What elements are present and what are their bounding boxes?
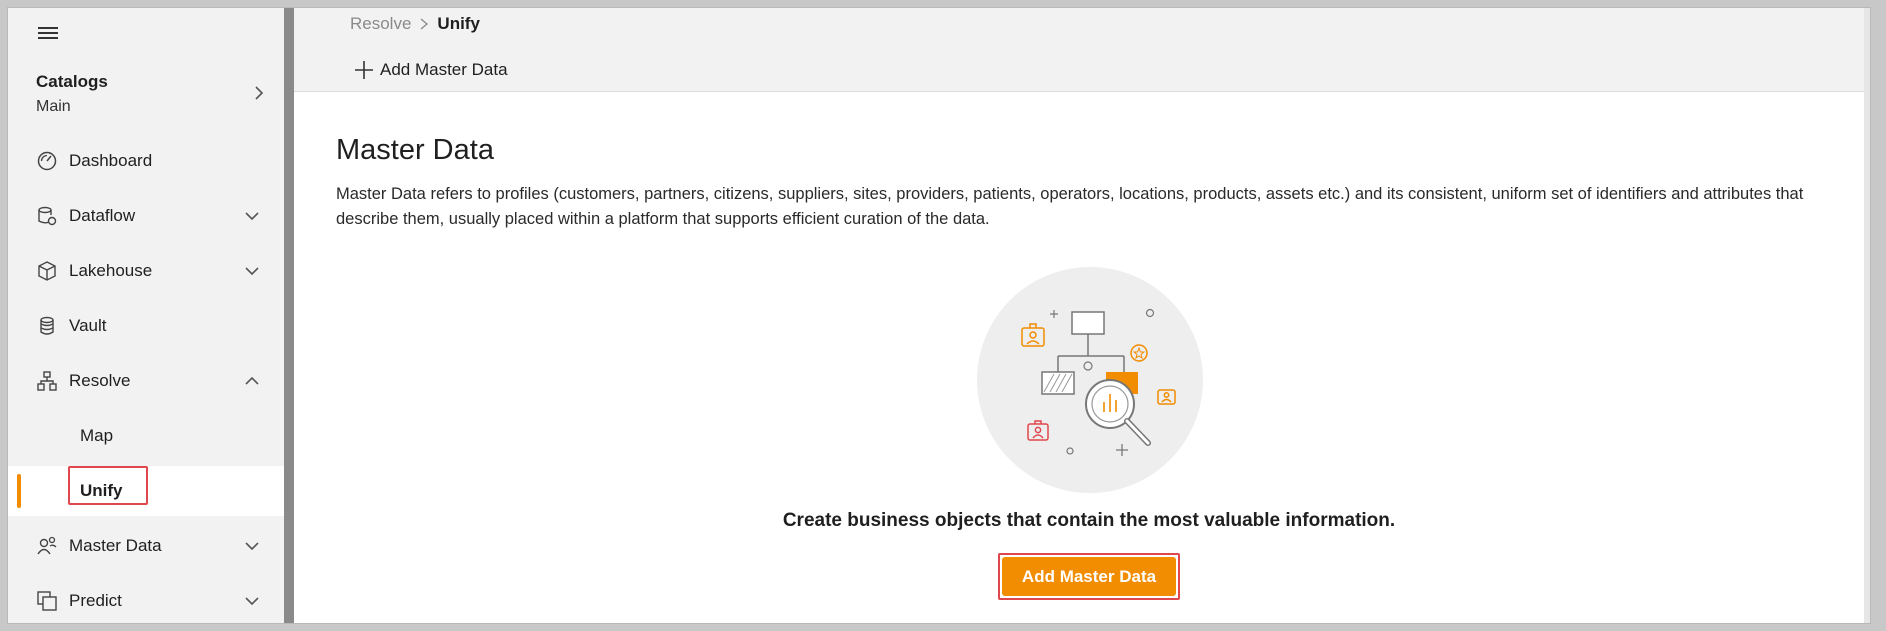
chevron-right-icon: [421, 18, 429, 30]
predict-icon: [37, 591, 57, 611]
catalog-subtitle: Main: [36, 98, 71, 115]
vault-icon: [40, 316, 54, 335]
page-description: Master Data refers to profiles (customer…: [336, 185, 1804, 228]
lakehouse-icon: [38, 261, 56, 281]
chevron-down-icon: [245, 597, 259, 606]
chevron-down-icon: [245, 212, 259, 221]
sidebar-item-label: Dashboard: [69, 151, 153, 170]
scrollbar[interactable]: [1864, 8, 1870, 623]
highlight-box: [998, 553, 1180, 600]
sidebar-item-label: Predict: [69, 591, 122, 610]
sidebar-item-label: Dataflow: [69, 206, 136, 225]
sidebar-item-label: Vault: [69, 316, 107, 335]
dashboard-icon: [37, 151, 57, 171]
sidebar-divider[interactable]: [284, 8, 294, 623]
chevron-down-icon: [245, 542, 259, 551]
master-data-icon: [37, 536, 57, 555]
page-title: Master Data: [336, 134, 494, 166]
add-master-data-link[interactable]: Add Master Data: [354, 60, 508, 80]
sidebar-item-dashboard[interactable]: Dashboard: [8, 136, 284, 186]
sidebar-item-label: Master Data: [69, 536, 162, 555]
dataflow-icon: [38, 206, 57, 226]
plus-icon: [355, 61, 373, 79]
sidebar-item-predict[interactable]: Predict: [8, 576, 284, 623]
sidebar-item-label: Map: [80, 426, 114, 445]
hamburger-menu-icon[interactable]: [38, 22, 62, 46]
add-master-data-label: Add Master Data: [380, 60, 508, 79]
catalog-title: Catalogs: [36, 72, 108, 91]
active-indicator: [17, 474, 21, 508]
top-toolbar: Resolve Unify Add Master Data: [294, 8, 1870, 92]
master-data-illustration: [977, 267, 1203, 493]
breadcrumb-resolve[interactable]: Resolve: [350, 14, 411, 34]
sidebar-item-master-data[interactable]: Master Data: [8, 521, 284, 571]
sidebar: Catalogs Main Dashboard Dataflow Lakehou…: [8, 8, 284, 623]
breadcrumb: Resolve Unify: [350, 14, 480, 34]
sidebar-item-resolve[interactable]: Resolve: [8, 356, 284, 406]
highlight-box: [68, 466, 148, 505]
main-content: Resolve Unify Add Master Data Master Dat…: [294, 8, 1870, 623]
cta-message: Create business objects that contain the…: [782, 510, 1396, 531]
breadcrumb-unify: Unify: [437, 14, 480, 33]
sidebar-item-map[interactable]: Map: [8, 411, 284, 461]
sidebar-item-label: Resolve: [69, 371, 131, 390]
catalog-selector[interactable]: Catalogs Main: [36, 72, 272, 126]
chevron-down-icon: [245, 267, 259, 276]
resolve-icon: [37, 371, 57, 391]
sidebar-item-dataflow[interactable]: Dataflow: [8, 191, 284, 241]
sidebar-item-label: Lakehouse: [69, 261, 153, 280]
chevron-up-icon: [245, 376, 259, 385]
sidebar-item-vault[interactable]: Vault: [8, 301, 284, 351]
app-window: Catalogs Main Dashboard Dataflow Lakehou…: [8, 8, 1870, 623]
sidebar-item-lakehouse[interactable]: Lakehouse: [8, 246, 284, 296]
chevron-right-icon: [255, 86, 264, 100]
